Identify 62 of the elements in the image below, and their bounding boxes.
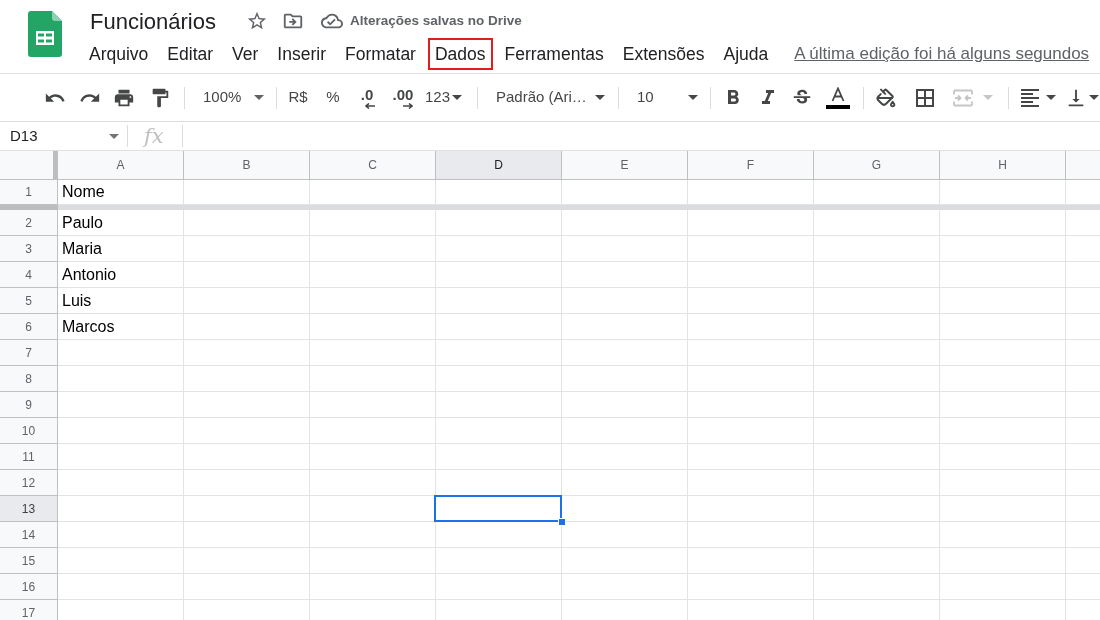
menu-item[interactable]: Inserir: [270, 38, 333, 70]
caret-icon: [1089, 95, 1099, 100]
caret-icon: [109, 133, 119, 139]
row-header[interactable]: 13: [0, 496, 58, 522]
table-cell: Marcos: [58, 314, 184, 340]
font-dropdown[interactable]: Padrão (Ari…: [490, 83, 612, 112]
row-header[interactable]: 10: [0, 418, 58, 444]
menu-item[interactable]: Ajuda: [716, 38, 776, 70]
arrow-right-icon: [403, 102, 413, 109]
increase-decimal-button[interactable]: .00: [387, 82, 419, 113]
star-icon[interactable]: [245, 10, 268, 32]
paint-bucket-icon: [876, 87, 896, 108]
row-header[interactable]: 2: [0, 210, 58, 236]
row-header[interactable]: 17: [0, 600, 58, 620]
save-status: Alterações salvas no Drive: [349, 11, 522, 30]
text-color-icon: [826, 86, 850, 109]
caret-icon: [983, 95, 993, 100]
row-header[interactable]: 14: [0, 522, 58, 548]
menu-item[interactable]: Ferramentas: [497, 38, 611, 70]
row-header[interactable]: 7: [0, 340, 58, 366]
caret-icon: [1046, 95, 1056, 100]
fill-handle-icon[interactable]: [558, 518, 566, 526]
percent-button[interactable]: %: [319, 83, 347, 112]
caret-icon: [595, 95, 605, 100]
caret-icon: [254, 95, 264, 100]
row-header[interactable]: 8: [0, 366, 58, 392]
row-header[interactable]: 6: [0, 314, 58, 340]
table-cell: Maria: [58, 236, 184, 262]
row-header[interactable]: 16: [0, 574, 58, 600]
row-header[interactable]: 5: [0, 288, 58, 314]
menu-item[interactable]: Editar: [160, 38, 221, 70]
caret-icon: [688, 95, 698, 100]
last-edit-link[interactable]: A última edição foi há alguns segundos: [794, 41, 1090, 67]
menu-item[interactable]: Arquivo: [82, 38, 156, 70]
freeze-handle[interactable]: [53, 151, 57, 179]
row-header[interactable]: 11: [0, 444, 58, 470]
table-cell: Antonio: [58, 262, 184, 288]
table-cell: Paulo: [58, 210, 184, 236]
row-header[interactable]: 15: [0, 548, 58, 574]
row-header[interactable]: 1: [0, 180, 58, 205]
decrease-decimal-button[interactable]: .0: [353, 82, 381, 113]
font-size-dropdown[interactable]: 10: [629, 83, 703, 112]
zoom-dropdown[interactable]: 100%: [195, 83, 271, 112]
number-format-dropdown[interactable]: 123: [423, 83, 467, 112]
menu-item[interactable]: Extensões: [615, 38, 712, 70]
menu-item[interactable]: Dados: [427, 38, 493, 70]
spreadsheet-logo[interactable]: [28, 11, 62, 57]
table-cell: Luis: [58, 288, 184, 314]
fx-label: fx: [144, 125, 165, 147]
row-header[interactable]: 4: [0, 262, 58, 288]
menu-item[interactable]: Formatar: [337, 38, 423, 70]
column-header[interactable]: D: [436, 151, 562, 179]
menu-item[interactable]: Ver: [225, 38, 266, 70]
row-header[interactable]: 12: [0, 470, 58, 496]
caret-icon: [452, 95, 463, 100]
merge-icon: [953, 88, 973, 107]
arrow-left-icon: [365, 102, 375, 109]
currency-button[interactable]: R$: [283, 83, 313, 112]
document-title[interactable]: Funcionários: [90, 4, 216, 38]
name-box[interactable]: D13: [0, 122, 127, 150]
row-header[interactable]: 3: [0, 236, 58, 262]
row-header[interactable]: 9: [0, 392, 58, 418]
